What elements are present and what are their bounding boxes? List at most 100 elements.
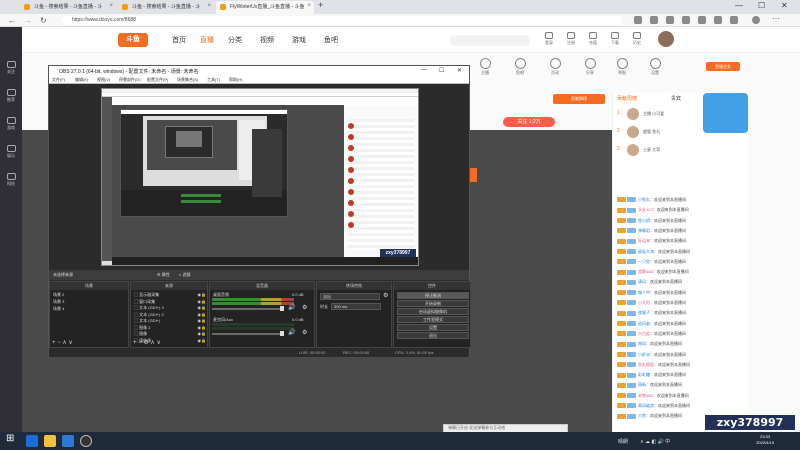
- duration-input[interactable]: 300 ms: [331, 303, 381, 310]
- collections-icon[interactable]: [666, 16, 674, 24]
- source-tools[interactable]: + − ⚙ ∧ ∨: [133, 339, 161, 346]
- obs-menu-edit[interactable]: 编辑(E): [75, 77, 88, 83]
- source-item[interactable]: ▢ 图像 2 ◉🔒: [134, 325, 206, 331]
- refresh-icon[interactable]: ↻: [40, 16, 47, 25]
- chat-message[interactable]: 星辰大海：欢迎来到本直播间: [617, 249, 690, 257]
- close-tab-icon[interactable]: ×: [109, 3, 113, 9]
- nav-home[interactable]: 首页: [172, 35, 186, 45]
- browser-tab-2[interactable]: 斗鱼 - 搜索结果 - 斗鱼直播 - 斗 ×: [118, 1, 214, 14]
- obs-menu-view[interactable]: 视图(V): [97, 77, 110, 83]
- chat-message[interactable]: 鱼小娇：欢迎来到本直播间: [617, 218, 686, 226]
- exit-button[interactable]: 退出: [397, 332, 469, 339]
- close-tab-icon[interactable]: ×: [207, 3, 211, 9]
- chat-message[interactable]: 夜猫子：欢迎来到本直播间: [617, 310, 686, 318]
- file-explorer-icon[interactable]: [44, 435, 56, 447]
- eye-icon[interactable]: ◉🔒: [198, 338, 206, 343]
- nav-video[interactable]: 视频: [260, 35, 274, 45]
- obs-menu-help[interactable]: 帮助(H): [229, 77, 243, 83]
- chat-message[interactable]: 一只鱼：欢迎来到本直播间: [617, 259, 686, 267]
- windows-start-icon[interactable]: ⊞: [6, 433, 18, 445]
- eye-icon[interactable]: ◉🔒: [198, 318, 206, 323]
- chat-message[interactable]: 小太阳：欢迎来到本直播间: [617, 300, 686, 308]
- chat-message[interactable]: 追风者：欢迎来到本直播间: [617, 321, 686, 329]
- share-icon[interactable]: [698, 16, 706, 24]
- search-input[interactable]: [450, 35, 530, 46]
- edge-icon[interactable]: [26, 435, 38, 447]
- follow-button[interactable]: 关注 1.2万: [503, 117, 555, 127]
- obs-close-button[interactable]: ✕: [457, 67, 462, 74]
- downloads-icon[interactable]: [714, 16, 722, 24]
- profile-icon[interactable]: [730, 16, 738, 24]
- left-nav-recommend[interactable]: 推荐: [3, 89, 19, 103]
- back-icon[interactable]: ←: [8, 16, 16, 25]
- source-item[interactable]: ▢ 文本 (GDI+) ◉🔒: [134, 318, 206, 324]
- chat-message[interactable]: 大白鲨：欢迎来到本直播间: [617, 331, 686, 339]
- obs-minimize-button[interactable]: —: [421, 67, 427, 73]
- header-history[interactable]: 历史: [622, 32, 652, 46]
- anchor-tab[interactable]: 主播: [470, 58, 500, 76]
- scene-tools[interactable]: + − ∧ ∨: [52, 339, 73, 346]
- settings-tab[interactable]: 设置: [640, 58, 670, 76]
- report-tab[interactable]: 举报: [607, 58, 637, 76]
- nav-live[interactable]: 直播: [200, 35, 214, 45]
- obs-menu-docks[interactable]: 停靠部件(D): [119, 77, 141, 83]
- obs-taskbar-icon[interactable]: [80, 435, 92, 447]
- obs-preview-canvas[interactable]: zxy378997: [101, 88, 419, 266]
- transition-select[interactable]: 淡出: [320, 293, 380, 300]
- chat-message[interactable]: 水友123：欢迎来到本直播间: [617, 207, 689, 215]
- star-icon[interactable]: [634, 16, 642, 24]
- eye-icon[interactable]: ◉🔒: [198, 305, 206, 310]
- extension-icon[interactable]: [650, 16, 658, 24]
- filters-button[interactable]: ◐ 滤镜: [179, 272, 191, 278]
- left-nav-tech[interactable]: 科技: [3, 173, 19, 187]
- minimize-button[interactable]: —: [735, 1, 743, 10]
- weather-text[interactable]: 晴朗: [618, 438, 628, 445]
- tray-icons[interactable]: ∧ ☁ ◧ 🔊 中: [640, 438, 670, 445]
- properties-button[interactable]: ⚙ 属性: [157, 272, 170, 278]
- maximize-button[interactable]: ☐: [758, 1, 765, 10]
- nav-game[interactable]: 游戏: [292, 35, 306, 45]
- gear-icon[interactable]: ⚙: [302, 304, 307, 311]
- eye-icon[interactable]: ◉🔒: [198, 312, 206, 317]
- url-field[interactable]: https://www.douyu.com/8688: [62, 16, 622, 25]
- volume-slider-mic[interactable]: [212, 331, 284, 336]
- promo-banner[interactable]: [703, 93, 748, 133]
- new-tab-button[interactable]: +: [318, 0, 323, 10]
- fish-task-button[interactable]: 鱼塘任务: [706, 62, 740, 71]
- chat-tab-rank[interactable]: 贡献周榜: [617, 95, 637, 103]
- favorites-icon[interactable]: [682, 16, 690, 24]
- left-nav-game[interactable]: 游戏: [3, 117, 19, 131]
- volume-slider-desktop[interactable]: [212, 306, 284, 311]
- left-nav-follow[interactable]: 关注: [3, 61, 19, 75]
- source-item[interactable]: ▢ 文本 (GDI+) 2 ◉🔒: [134, 312, 206, 318]
- account-icon[interactable]: [752, 16, 760, 24]
- store-icon[interactable]: [62, 435, 74, 447]
- source-item[interactable]: ▢ 图像 ◉🔒: [134, 331, 206, 337]
- source-item[interactable]: ▢ 窗口采集 ◉🔒: [134, 299, 206, 305]
- scene-item[interactable]: 场景 2: [53, 292, 64, 298]
- eye-icon[interactable]: ◉🔒: [198, 292, 206, 297]
- scene-item[interactable]: 场景 4: [53, 306, 64, 312]
- gear-icon[interactable]: ⚙: [302, 329, 307, 336]
- player-side-tab[interactable]: [470, 168, 477, 182]
- speaker-icon[interactable]: 🔊: [288, 304, 295, 311]
- obs-menu-profile[interactable]: 配置文件(P): [147, 77, 168, 83]
- share-tab[interactable]: 分享: [575, 58, 605, 76]
- chat-message[interactable]: 小虾米：欢迎来到本直播间: [617, 352, 686, 360]
- obs-menu-tools[interactable]: 工具(T): [207, 77, 220, 83]
- chat-message[interactable]: 彩虹糖：欢迎来到本直播间: [617, 372, 686, 380]
- slider-knob[interactable]: [280, 331, 284, 336]
- user-avatar[interactable]: [658, 31, 674, 47]
- chat-message[interactable]: 游客888：欢迎来到本直播间: [617, 269, 689, 277]
- chat-tab-vip[interactable]: 贵宾: [671, 95, 681, 103]
- more-menu-icon[interactable]: ⋯: [772, 14, 780, 23]
- gear-icon[interactable]: ⚙: [383, 292, 388, 299]
- chat-message[interactable]: 南风：欢迎来到本直播间: [617, 341, 682, 349]
- scene-item[interactable]: 场景 3: [53, 299, 64, 305]
- close-tab-icon[interactable]: ×: [307, 3, 311, 9]
- chat-message[interactable]: 好运来：欢迎来到本直播间: [617, 238, 686, 246]
- browser-tab-1[interactable]: 斗鱼 - 搜索结果 - 斗鱼直播 - 斗 ×: [20, 1, 116, 14]
- speaker-icon[interactable]: 🔊: [288, 329, 295, 336]
- chat-message[interactable]: 小鱼丸：欢迎来到本直播间: [617, 197, 686, 205]
- close-window-button[interactable]: ✕: [781, 1, 788, 10]
